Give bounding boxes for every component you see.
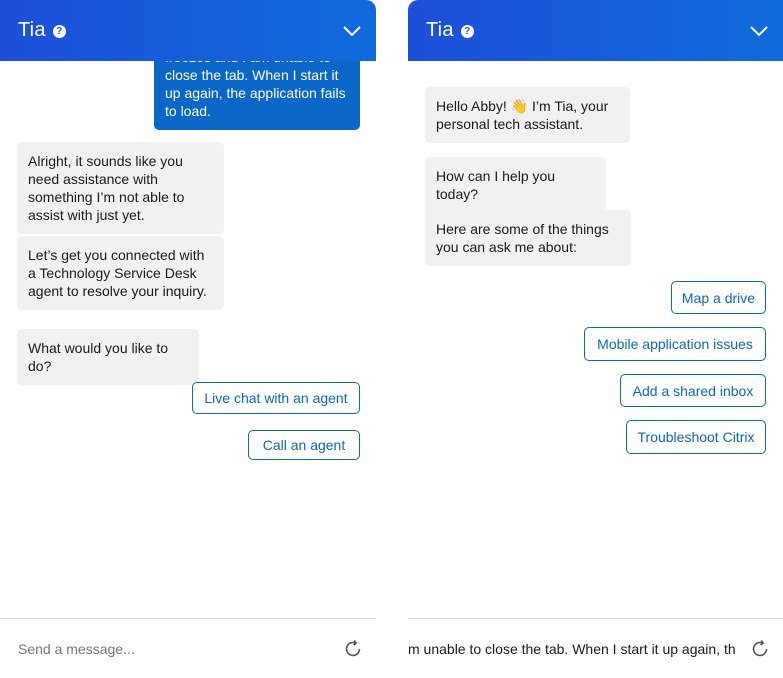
- option-call-agent-button[interactable]: Call an agent: [248, 430, 360, 460]
- bot-message: How can I help you today?: [425, 157, 606, 213]
- user-message: freezes and I am unable to close the tab…: [154, 61, 360, 130]
- message-list: Hello Abby! 👋 I’m Tia, your personal tec…: [408, 61, 783, 618]
- bot-message: What would you like to do?: [17, 329, 199, 385]
- refresh-icon[interactable]: [749, 638, 771, 660]
- chat-title: Tia: [18, 19, 46, 41]
- bot-message: Alright, it sounds like you need assista…: [17, 142, 224, 234]
- refresh-icon[interactable]: [342, 638, 364, 660]
- chat-header: Tia ?: [0, 0, 376, 61]
- help-icon[interactable]: ?: [460, 24, 474, 38]
- help-icon[interactable]: ?: [52, 24, 66, 38]
- message-composer: [0, 618, 376, 678]
- chat-panel-right: Tia ? Hello Abby! 👋 I’m Tia, your person…: [408, 0, 783, 678]
- chat-header: Tia ?: [408, 0, 783, 61]
- message-input[interactable]: [408, 639, 735, 659]
- message-composer: [408, 618, 783, 678]
- option-map-drive-button[interactable]: Map a drive: [671, 281, 766, 314]
- message-input[interactable]: [18, 639, 328, 659]
- option-shared-inbox-button[interactable]: Add a shared inbox: [620, 374, 766, 407]
- bot-message: Hello Abby! 👋 I’m Tia, your personal tec…: [425, 87, 630, 143]
- bot-message: Let’s get you connected with a Technolog…: [17, 236, 224, 310]
- message-list: freezes and I am unable to close the tab…: [0, 61, 376, 618]
- bot-message: Here are some of the things you can ask …: [425, 210, 631, 266]
- chevron-down-icon[interactable]: [749, 24, 769, 38]
- chat-title: Tia: [426, 19, 454, 41]
- option-live-chat-button[interactable]: Live chat with an agent: [192, 382, 360, 414]
- chat-panel-left: Tia ? freezes and I am unable to close t…: [0, 0, 376, 678]
- option-mobile-app-issues-button[interactable]: Mobile application issues: [584, 327, 766, 361]
- chevron-down-icon[interactable]: [342, 24, 362, 38]
- option-troubleshoot-citrix-button[interactable]: Troubleshoot Citrix: [626, 420, 766, 454]
